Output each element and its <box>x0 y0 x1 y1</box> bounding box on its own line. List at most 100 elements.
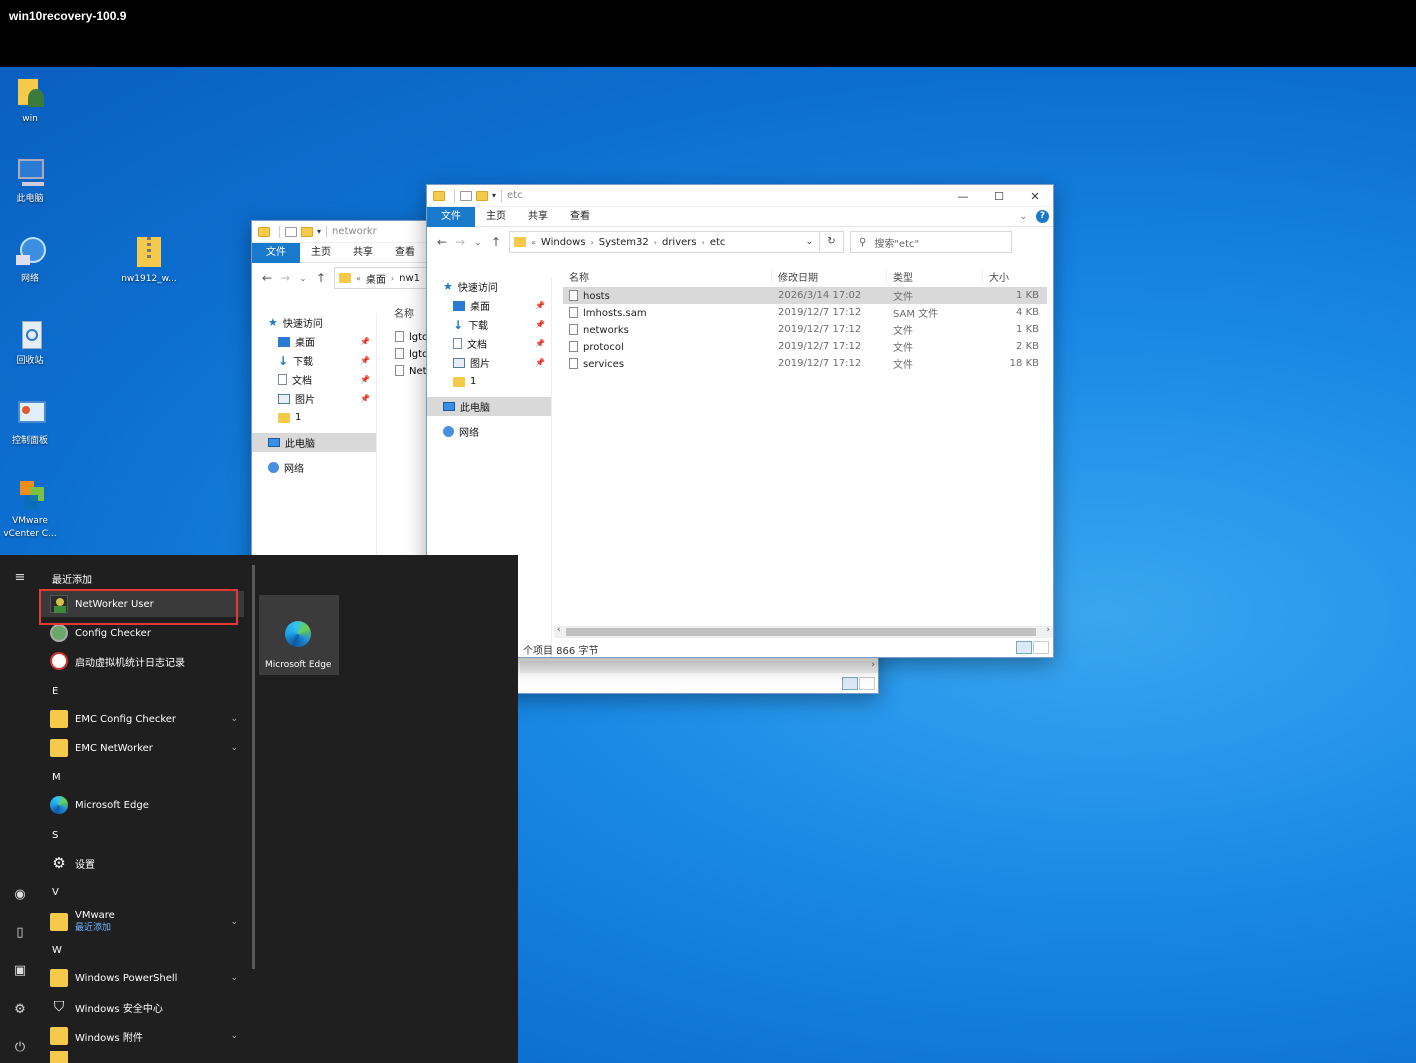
settings-gear-icon[interactable]: ⚙ <box>11 1000 29 1018</box>
file-row[interactable]: networks 2019/12/7 17:12 文件 1 KB <box>563 321 1047 338</box>
window-titlebar[interactable]: ▾ etc — ☐ ✕ <box>427 185 1053 207</box>
horizontal-scrollbar[interactable]: ‹ › <box>554 625 1053 638</box>
nav-folder-1[interactable]: 1 <box>427 372 551 391</box>
scroll-left-icon[interactable]: ‹ <box>557 625 561 635</box>
breadcrumb-overflow[interactable]: « <box>531 238 536 247</box>
column-header-size[interactable]: 大小 <box>983 269 1043 284</box>
column-header-name[interactable]: 名称 <box>563 268 772 284</box>
back-arrow-icon[interactable]: ← <box>433 235 451 249</box>
app-windows-powershell[interactable]: Windows PowerShell ⌄ <box>40 965 244 991</box>
group-letter-v[interactable]: V <box>52 887 59 898</box>
large-icons-view-icon[interactable] <box>1033 641 1049 654</box>
column-header-type[interactable]: 类型 <box>887 268 983 284</box>
nav-quick-access[interactable]: ★ 快速访问 <box>252 313 376 332</box>
group-letter-s[interactable]: S <box>52 830 58 841</box>
file-row[interactable]: protocol 2019/12/7 17:12 文件 2 KB <box>563 338 1047 355</box>
breadcrumb-desktop[interactable]: 桌面 <box>366 271 386 286</box>
nav-folder-1[interactable]: 1 <box>252 408 376 427</box>
file-row[interactable]: hosts 2026/3/14 17:02 文件 1 KB <box>563 287 1047 304</box>
back-arrow-icon[interactable]: ← <box>258 271 276 285</box>
tab-home[interactable]: 主页 <box>300 243 342 263</box>
address-bar[interactable]: « Windows › System32 › drivers › etc ⌄ ↻ <box>509 231 844 253</box>
column-header-date[interactable]: 修改日期 <box>772 268 887 284</box>
up-arrow-icon[interactable]: ↑ <box>487 235 505 249</box>
breadcrumb-separator[interactable]: › <box>391 274 394 283</box>
refresh-icon[interactable]: ↻ <box>819 232 843 252</box>
nav-pictures[interactable]: 图片 📌 <box>427 353 551 372</box>
details-view-icon[interactable] <box>842 677 858 690</box>
tab-share[interactable]: 共享 <box>342 243 384 263</box>
expand-ribbon-icon[interactable]: ⌄ <box>1019 212 1027 222</box>
nav-network[interactable]: 网络 <box>252 458 376 477</box>
desktop-icon-network[interactable]: 网络 <box>0 235 60 286</box>
horizontal-scrollbar[interactable]: › <box>520 660 878 673</box>
address-dropdown-icon[interactable]: ⌄ <box>805 237 813 247</box>
documents-icon[interactable]: ▯ <box>11 923 29 941</box>
tab-home[interactable]: 主页 <box>475 207 517 227</box>
nav-this-pc[interactable]: 此电脑 <box>252 433 376 452</box>
customize-toolbar-icon[interactable]: ▾ <box>317 227 321 236</box>
power-icon[interactable]: ⏻ <box>11 1038 29 1056</box>
desktop-icon-win[interactable]: win <box>0 75 60 126</box>
details-view-icon[interactable] <box>1016 641 1032 654</box>
tile-microsoft-edge[interactable]: Microsoft Edge <box>259 595 339 675</box>
breadcrumb-drivers[interactable]: drivers <box>662 237 697 248</box>
desktop-icon-control-panel[interactable]: 控制面板 <box>0 397 60 448</box>
nav-documents[interactable]: 文档 📌 <box>252 370 376 389</box>
properties-icon[interactable] <box>285 226 297 237</box>
app-settings[interactable]: ⚙ 设置 <box>40 850 244 876</box>
app-list-scrollbar[interactable] <box>252 565 255 969</box>
nav-documents[interactable]: 文档 📌 <box>427 334 551 353</box>
file-row[interactable]: Net <box>395 363 428 380</box>
large-icons-view-icon[interactable] <box>859 677 875 690</box>
desktop-icon-zip[interactable]: nw1912_w... <box>119 235 179 286</box>
file-row[interactable]: lgtc <box>395 329 428 346</box>
nav-desktop[interactable]: 桌面 📌 <box>252 332 376 351</box>
user-account-icon[interactable]: ◉ <box>11 885 29 903</box>
scrollbar-thumb[interactable] <box>566 628 1036 636</box>
breadcrumb-nw[interactable]: nw1 <box>399 273 420 284</box>
nav-this-pc[interactable]: 此电脑 <box>427 397 551 416</box>
nav-quick-access[interactable]: ★ 快速访问 <box>427 277 551 296</box>
group-letter-m[interactable]: M <box>52 772 61 783</box>
customize-toolbar-icon[interactable]: ▾ <box>492 191 496 200</box>
search-box[interactable]: ⚲ 搜索"etc" <box>850 231 1012 253</box>
tab-file[interactable]: 文件 <box>427 206 475 227</box>
recent-locations-icon[interactable]: ⌄ <box>469 238 487 247</box>
maximize-icon[interactable]: ☐ <box>981 185 1017 207</box>
app-microsoft-edge[interactable]: Microsoft Edge <box>40 792 244 818</box>
nav-downloads[interactable]: ↓ 下载 📌 <box>427 315 551 334</box>
nav-network[interactable]: 网络 <box>427 422 551 441</box>
breadcrumb-windows[interactable]: Windows <box>541 237 586 248</box>
close-icon[interactable]: ✕ <box>1017 185 1053 207</box>
explorer-window-etc[interactable]: ▾ etc — ☐ ✕ 文件 主页 共享 查看 ⌄ ? ← → ⌄ ↑ « Wi… <box>426 184 1054 658</box>
file-row[interactable]: services 2019/12/7 17:12 文件 18 KB <box>563 355 1047 372</box>
scroll-right-icon[interactable]: › <box>871 660 875 670</box>
app-emc-networker[interactable]: EMC NetWorker ⌄ <box>40 735 244 761</box>
app-emc-config-checker[interactable]: EMC Config Checker ⌄ <box>40 706 244 732</box>
breadcrumb-system32[interactable]: System32 <box>599 237 649 248</box>
app-vm-stats-logging[interactable]: 启动虚拟机统计日志记录 <box>40 648 244 674</box>
app-vmware[interactable]: VMware 最近添加 ⌄ <box>40 907 244 937</box>
file-row[interactable]: lmhosts.sam 2019/12/7 17:12 SAM 文件 4 KB <box>563 304 1047 321</box>
help-icon[interactable]: ? <box>1036 210 1049 223</box>
tab-share[interactable]: 共享 <box>517 207 559 227</box>
desktop-icon-vmware[interactable]: VMware vCenter C... <box>0 477 60 541</box>
forward-arrow-icon[interactable]: → <box>276 271 294 285</box>
forward-arrow-icon[interactable]: → <box>451 235 469 249</box>
new-folder-icon[interactable] <box>476 190 488 201</box>
tab-view[interactable]: 查看 <box>384 243 426 263</box>
nav-desktop[interactable]: 桌面 📌 <box>427 296 551 315</box>
tab-view[interactable]: 查看 <box>559 207 601 227</box>
breadcrumb-etc[interactable]: etc <box>710 237 726 248</box>
app-partial-next[interactable] <box>40 1051 244 1063</box>
new-folder-icon[interactable] <box>301 226 313 237</box>
pictures-icon[interactable]: ▣ <box>11 961 29 979</box>
scroll-right-icon[interactable]: › <box>1046 625 1050 635</box>
group-letter-w[interactable]: W <box>52 945 62 956</box>
group-letter-e[interactable]: E <box>52 686 58 697</box>
app-windows-accessories[interactable]: Windows 附件 ⌄ <box>40 1023 244 1049</box>
recent-locations-icon[interactable]: ⌄ <box>294 274 312 283</box>
properties-icon[interactable] <box>460 190 472 201</box>
nav-downloads[interactable]: ↓ 下载 📌 <box>252 351 376 370</box>
